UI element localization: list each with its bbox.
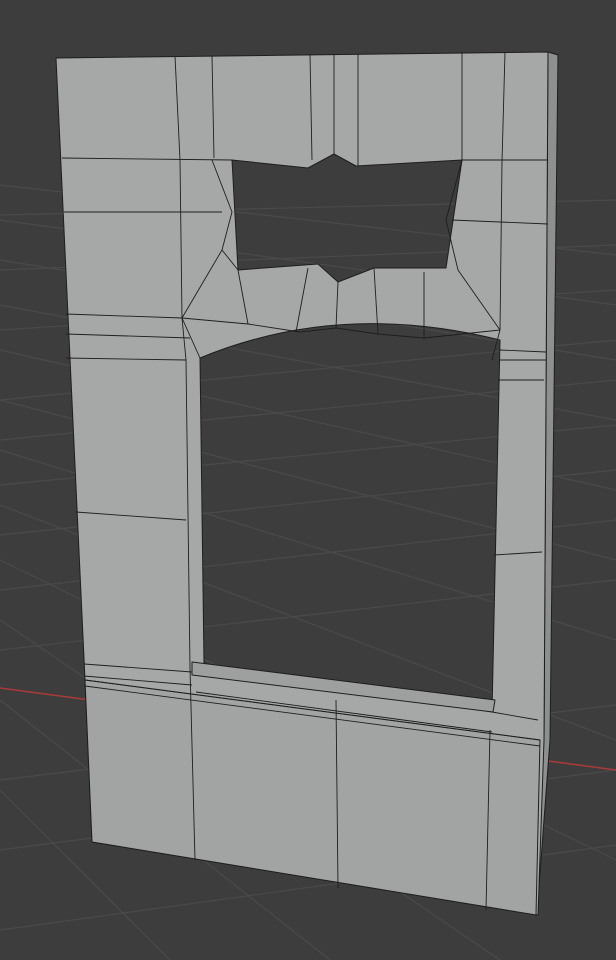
3d-viewport[interactable] (0, 0, 616, 960)
